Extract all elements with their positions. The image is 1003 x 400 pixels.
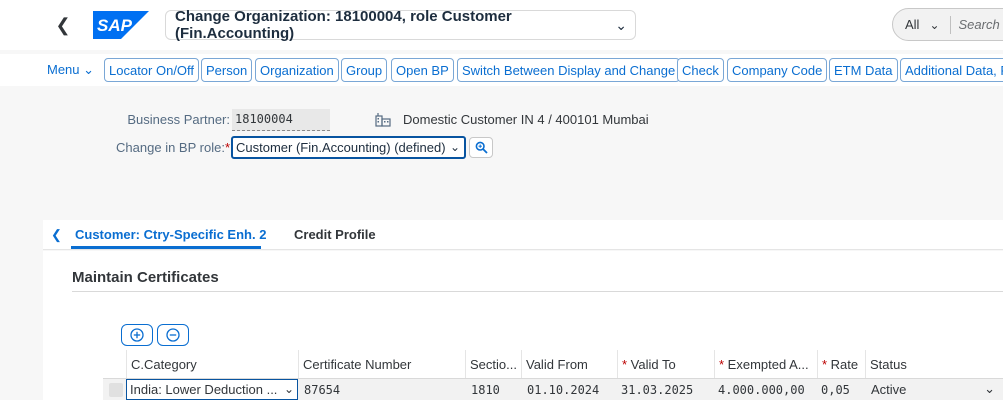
column-header-category[interactable]: C.Category xyxy=(126,350,298,378)
row-selector[interactable] xyxy=(109,383,123,397)
search-icon xyxy=(475,141,488,154)
active-tab-indicator xyxy=(71,246,261,249)
chevron-down-icon: ⌄ xyxy=(449,140,460,154)
minus-circle-icon xyxy=(166,328,180,342)
valid-to-label: Valid To xyxy=(630,357,676,372)
additional-data-button[interactable]: Additional Data, F xyxy=(900,58,1003,82)
chevron-down-icon: ⌄ xyxy=(984,381,995,396)
rate-label: Rate xyxy=(830,357,859,372)
required-marker: * xyxy=(224,140,230,155)
divider xyxy=(949,15,951,34)
table-row[interactable]: India: Lower Deduction ... ⌄ 87654 1810 … xyxy=(103,379,1003,400)
bp-role-value: Customer (Fin.Accounting) (defined) xyxy=(236,140,446,155)
open-bp-button[interactable]: Open BP xyxy=(391,58,454,82)
exempted-amount-cell[interactable]: 4.000.000,00 xyxy=(714,379,817,400)
organization-button[interactable]: Organization xyxy=(255,58,339,82)
category-value: India: Lower Deduction ... xyxy=(130,382,278,397)
exempted-amount-label: Exempted A... xyxy=(727,357,809,372)
column-header-section[interactable]: Sectio... xyxy=(465,350,521,378)
organization-icon xyxy=(375,113,391,127)
chevron-left-icon[interactable]: ❮ xyxy=(51,227,62,243)
add-row-button[interactable] xyxy=(121,324,153,346)
bp-role-select[interactable]: Customer (Fin.Accounting) (defined) ⌄ xyxy=(231,136,466,159)
bp-description: Domestic Customer IN 4 / 400101 Mumbai xyxy=(403,112,649,127)
bp-number-field[interactable]: 18100004 xyxy=(232,109,330,131)
column-header-certificate-number[interactable]: Certificate Number xyxy=(298,350,465,378)
chevron-down-icon: ⌄ xyxy=(929,17,940,32)
required-marker: * xyxy=(822,357,831,372)
search-scope[interactable]: All xyxy=(905,17,919,32)
remove-row-button[interactable] xyxy=(157,324,189,346)
svg-text:SAP: SAP xyxy=(97,16,133,35)
company-code-button[interactable]: Company Code xyxy=(727,58,828,82)
valid-to-cell[interactable]: 31.03.2025 xyxy=(617,379,714,400)
menu-label: Menu xyxy=(47,62,80,77)
search-input[interactable]: Search xyxy=(959,17,1000,32)
check-button[interactable]: Check xyxy=(677,58,724,82)
plus-circle-icon xyxy=(130,328,144,342)
section-cell[interactable]: 1810 xyxy=(467,379,521,400)
section-divider xyxy=(72,291,1003,292)
chevron-down-icon: ⌄ xyxy=(615,17,627,33)
valid-from-cell[interactable]: 01.10.2024 xyxy=(523,379,617,400)
category-select[interactable]: India: Lower Deduction ... ⌄ xyxy=(126,379,298,400)
tab-content: Maintain Certificates C.Category Certifi… xyxy=(43,251,1003,400)
toolbar: Menu ⌄ Locator On/Off Person Organizatio… xyxy=(0,54,1003,86)
tab-bar: ❮ Customer: Ctry-Specific Enh. 2 Credit … xyxy=(43,220,1003,250)
back-button[interactable]: ❮ xyxy=(52,14,74,36)
section-title: Maintain Certificates xyxy=(72,269,219,286)
app-title: Change Organization: 18100004, role Cust… xyxy=(175,8,512,42)
tab-customer-ctry-specific[interactable]: Customer: Ctry-Specific Enh. 2 xyxy=(75,227,266,242)
role-search-button[interactable] xyxy=(469,137,493,158)
chevron-down-icon: ⌄ xyxy=(83,62,95,77)
column-header-valid-from[interactable]: Valid From xyxy=(521,350,617,378)
required-marker: * xyxy=(622,357,631,372)
tab-credit-profile[interactable]: Credit Profile xyxy=(294,227,376,242)
required-marker: * xyxy=(719,357,728,372)
sap-logo[interactable]: SAP xyxy=(93,11,149,39)
group-button[interactable]: Group xyxy=(341,58,388,82)
status-value: Active xyxy=(871,382,907,397)
etm-data-button[interactable]: ETM Data xyxy=(829,58,898,82)
column-header-status[interactable]: Status xyxy=(865,350,1003,378)
certificate-number-cell[interactable]: 87654 xyxy=(300,379,465,400)
search-field[interactable]: All ⌄ Search xyxy=(892,8,1003,41)
status-select[interactable]: Active ⌄ xyxy=(867,379,1001,400)
person-button[interactable]: Person xyxy=(201,58,253,82)
role-label: Change in BP role:* xyxy=(100,140,230,155)
switch-display-change-button[interactable]: Switch Between Display and Change xyxy=(457,58,681,82)
chevron-down-icon: ⌄ xyxy=(283,382,294,396)
chevron-left-icon: ❮ xyxy=(55,14,71,35)
column-header-rate[interactable]: * Rate xyxy=(817,350,865,378)
rate-cell[interactable]: 0,05 xyxy=(817,379,865,400)
shell-header: ❮ SAP Change Organization: 18100004, rol… xyxy=(0,0,1003,50)
column-header-valid-to[interactable]: * Valid To xyxy=(617,350,714,378)
role-label-text: Change in BP role: xyxy=(116,140,225,155)
column-header-exempted-amount[interactable]: * Exempted A... xyxy=(714,350,817,378)
locator-toggle-button[interactable]: Locator On/Off xyxy=(104,58,200,82)
certificates-table: C.Category Certificate Number Sectio... … xyxy=(103,350,1003,400)
row-selector-header xyxy=(103,350,126,378)
menu-button[interactable]: Menu ⌄ xyxy=(47,62,94,78)
header-form: Business Partner: 18100004 Domestic Cust… xyxy=(0,90,1003,220)
app-title-menu[interactable]: Change Organization: 18100004, role Cust… xyxy=(165,8,636,42)
bp-label: Business Partner: xyxy=(127,112,230,127)
